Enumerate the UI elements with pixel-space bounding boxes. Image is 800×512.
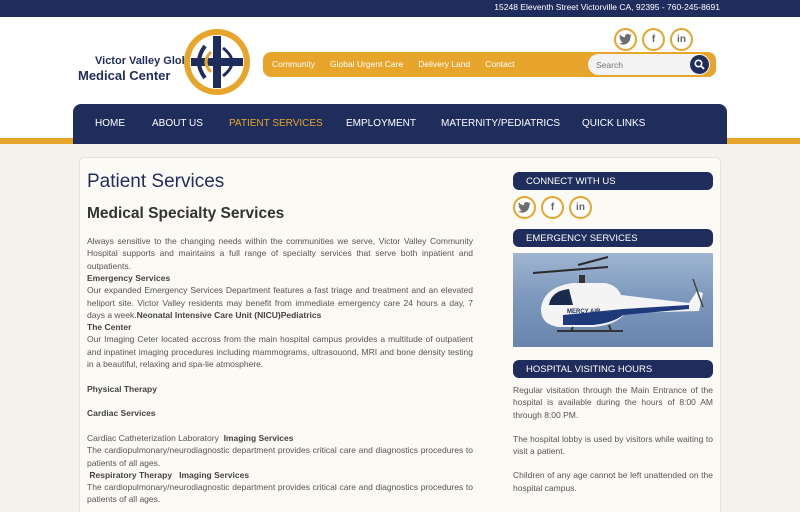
- imaging-services-label: Imaging Services: [223, 433, 294, 443]
- nav-employment[interactable]: EMPLOYMENT: [346, 118, 416, 129]
- cardiac-services-label: Cardiac Services: [87, 408, 156, 418]
- quicknav-link-global-urgent-care[interactable]: Global Urgent Care: [330, 59, 403, 69]
- physical-therapy-heading: Physical Therapy: [87, 383, 473, 395]
- helicopter-label: MERCY AIR: [567, 309, 601, 315]
- visiting-hours-text: Regular visitation through the Main Entr…: [513, 384, 713, 494]
- intro-paragraph: Always sensitive to the changing needs w…: [87, 235, 473, 272]
- contact-address: 15248 Eleventh Street Victorville CA, 92…: [494, 2, 720, 12]
- cardio-text-1: The cardiopulmonary/neurodiagnostic depa…: [87, 445, 473, 468]
- visiting-paragraph-3: Children of any age cannot be left unatt…: [513, 470, 713, 493]
- emergency-services-title[interactable]: EMERGENCY SERVICES: [513, 229, 713, 247]
- search-input[interactable]: [588, 54, 688, 75]
- helicopter-icon: MERCY AIR: [532, 256, 704, 332]
- nav-maternity-pediatrics[interactable]: MATERNITY/PEDIATRICS: [441, 118, 560, 129]
- visiting-paragraph-2: The hospital lobby is used by visitors w…: [513, 433, 713, 457]
- sidebar-connect: CONNECT WITH US: [513, 172, 713, 190]
- cardiac-services-heading: Cardiac Services: [87, 407, 473, 419]
- quicknav-link-contact[interactable]: Contact: [485, 59, 514, 69]
- facebook-icon[interactable]: f: [642, 28, 665, 51]
- logo-emblem-icon: [184, 29, 250, 95]
- top-bar: 15248 Eleventh Street Victorville CA, 92…: [0, 0, 800, 17]
- emergency-heading: Emergency Services: [87, 273, 171, 283]
- sidebar-social-links: f in: [513, 196, 713, 219]
- nicu-label: Neonatal Intensive Care Unit (NICU): [136, 309, 281, 320]
- sidebar-emergency: EMERGENCY SERVICES: [513, 229, 713, 247]
- twitter-icon[interactable]: [513, 196, 536, 219]
- quicknav-link-community[interactable]: Community: [272, 59, 315, 69]
- search-box: [588, 54, 710, 75]
- imaging-services-label-2: Imaging Services: [179, 469, 250, 480]
- nav-patient-services[interactable]: PATIENT SERVICES: [229, 118, 323, 129]
- quicknav-link-delivery-land[interactable]: Delivery Land: [418, 59, 470, 69]
- visiting-paragraph-1: Regular visitation through the Main Entr…: [513, 385, 713, 420]
- connect-with-us-title: CONNECT WITH US: [513, 172, 713, 190]
- physical-therapy-label: Physical Therapy: [87, 384, 157, 394]
- linkedin-icon[interactable]: in: [670, 28, 693, 51]
- facebook-icon[interactable]: f: [541, 196, 564, 219]
- search-icon: [694, 59, 705, 70]
- linkedin-icon[interactable]: in: [569, 196, 592, 219]
- nav-about-us[interactable]: ABOUT US: [152, 118, 203, 129]
- visiting-hours-title[interactable]: HOSPITAL VISITING HOURS: [513, 360, 713, 378]
- center-text: Our Imaging Ceter located accross from t…: [87, 334, 473, 370]
- center-heading: The Center: [87, 322, 132, 333]
- nav-quick-links[interactable]: QUICK LINKS: [582, 118, 645, 129]
- section-heading: Medical Specialty Services: [87, 205, 285, 222]
- cardiac-paragraph: Cardiac Catheterization Laboratory Imagi…: [87, 432, 473, 506]
- sidebar-visiting: HOSPITAL VISITING HOURS: [513, 360, 713, 378]
- emergency-paragraph: Emergency Services Our expanded Emergenc…: [87, 272, 473, 370]
- logo-line-2: Medical Center: [78, 68, 171, 83]
- quick-nav-bar: Community Global Urgent Care Delivery La…: [263, 52, 716, 77]
- nav-home[interactable]: HOME: [95, 118, 125, 129]
- respiratory-therapy-label: Respiratory Therapy: [89, 469, 173, 480]
- search-button[interactable]: [690, 55, 709, 74]
- pediatrics-label: Pediatrics: [280, 309, 322, 320]
- page-title: Patient Services: [87, 171, 225, 192]
- twitter-icon[interactable]: [614, 28, 637, 51]
- site-logo[interactable]: Victor Valley Global Medical Center: [78, 28, 253, 96]
- intro-text: Always sensitive to the changing needs w…: [87, 236, 473, 271]
- cardio-text-2: The cardiopulmonary/neurodiagnostic depa…: [87, 482, 473, 505]
- helicopter-image: MERCY AIR: [513, 253, 713, 347]
- cath-lab-label: Cardiac Catheterization Laboratory: [87, 433, 219, 443]
- main-nav: HOME ABOUT US PATIENT SERVICES EMPLOYMEN…: [73, 104, 727, 144]
- header-social-links: f in: [614, 28, 693, 51]
